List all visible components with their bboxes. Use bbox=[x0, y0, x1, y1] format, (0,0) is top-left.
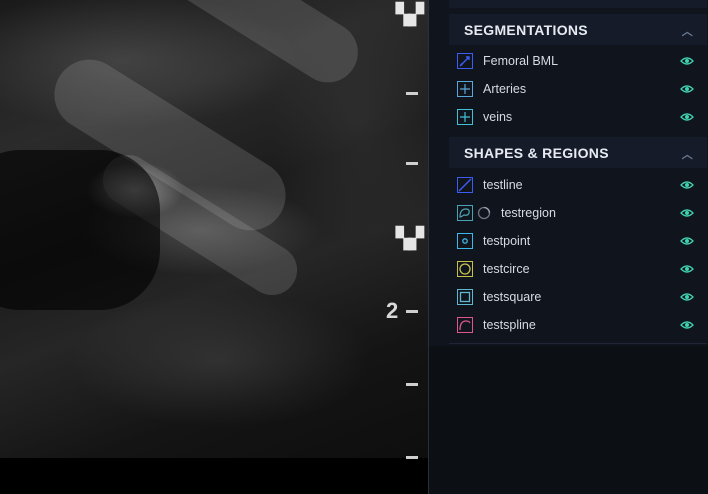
depth-scale bbox=[384, 0, 428, 494]
shape-item[interactable]: testsquare bbox=[449, 283, 707, 311]
depth-tick bbox=[406, 92, 418, 95]
shape-label: testline bbox=[483, 178, 523, 192]
visibility-eye-icon[interactable] bbox=[680, 290, 694, 304]
visibility-eye-icon[interactable] bbox=[680, 110, 694, 124]
segmentation-label: veins bbox=[483, 110, 513, 124]
ultrasound-image bbox=[0, 0, 428, 458]
square-icon bbox=[457, 289, 473, 305]
depth-tick bbox=[406, 162, 418, 165]
chevron-up-icon[interactable]: ︿ bbox=[682, 146, 693, 162]
segmentation-item[interactable]: Femoral BML bbox=[449, 47, 707, 75]
region-icon bbox=[457, 205, 473, 221]
panel-empty-area bbox=[429, 346, 708, 494]
visibility-eye-icon[interactable] bbox=[680, 234, 694, 248]
panel-divider bbox=[449, 343, 707, 344]
segmentations-header[interactable]: SEGMENTATIONS ︿ bbox=[449, 14, 707, 45]
depth-tick bbox=[406, 383, 418, 386]
visibility-eye-icon[interactable] bbox=[680, 54, 694, 68]
segmentation-item[interactable]: Arteries bbox=[449, 75, 707, 103]
depth-tick bbox=[406, 310, 418, 313]
crosshair-segmentation-icon bbox=[457, 81, 473, 97]
viewer-bottom-bar bbox=[0, 458, 428, 494]
loading-spinner-icon bbox=[477, 206, 491, 220]
depth-tick bbox=[406, 456, 418, 459]
shape-label: testsquare bbox=[483, 290, 542, 304]
image-viewport[interactable]: ▚▞ ▚▞ 2 bbox=[0, 0, 428, 494]
visibility-eye-icon[interactable] bbox=[680, 178, 694, 192]
shape-label: testpoint bbox=[483, 234, 531, 248]
visibility-eye-icon[interactable] bbox=[680, 318, 694, 332]
circle-icon bbox=[457, 261, 473, 277]
visibility-eye-icon[interactable] bbox=[680, 82, 694, 96]
shape-item[interactable]: testline bbox=[449, 171, 707, 199]
depth-label: 2 bbox=[386, 298, 399, 323]
shape-item[interactable]: testpoint bbox=[449, 227, 707, 255]
crosshair-segmentation-icon bbox=[457, 109, 473, 125]
shapes-regions-title: SHAPES & REGIONS bbox=[464, 144, 609, 161]
shape-label: testregion bbox=[501, 206, 556, 220]
shape-item[interactable]: testregion bbox=[449, 199, 707, 227]
visibility-eye-icon[interactable] bbox=[680, 262, 694, 276]
tissue-band bbox=[150, 0, 370, 94]
shape-label: testcirce bbox=[483, 262, 530, 276]
shape-item[interactable]: testcirce bbox=[449, 255, 707, 283]
pencil-segmentation-icon bbox=[457, 53, 473, 69]
segmentation-label: Femoral BML bbox=[483, 54, 559, 68]
segmentation-label: Arteries bbox=[483, 82, 527, 96]
previous-row-remnant bbox=[449, 0, 707, 8]
segmentation-item[interactable]: veins bbox=[449, 103, 707, 131]
visibility-eye-icon[interactable] bbox=[680, 206, 694, 220]
shape-label: testspline bbox=[483, 318, 536, 332]
line-icon bbox=[457, 177, 473, 193]
chevron-up-icon[interactable]: ︿ bbox=[682, 23, 693, 39]
shapes-regions-header[interactable]: SHAPES & REGIONS ︿ bbox=[449, 137, 707, 168]
shadow-region bbox=[0, 150, 160, 310]
segmentations-title: SEGMENTATIONS bbox=[464, 21, 588, 38]
segmentation-panel: SEGMENTATIONS ︿ Femoral BML Arteries vei… bbox=[428, 0, 708, 494]
shape-item[interactable]: testspline bbox=[449, 311, 707, 339]
point-icon bbox=[457, 233, 473, 249]
spline-icon bbox=[457, 317, 473, 333]
